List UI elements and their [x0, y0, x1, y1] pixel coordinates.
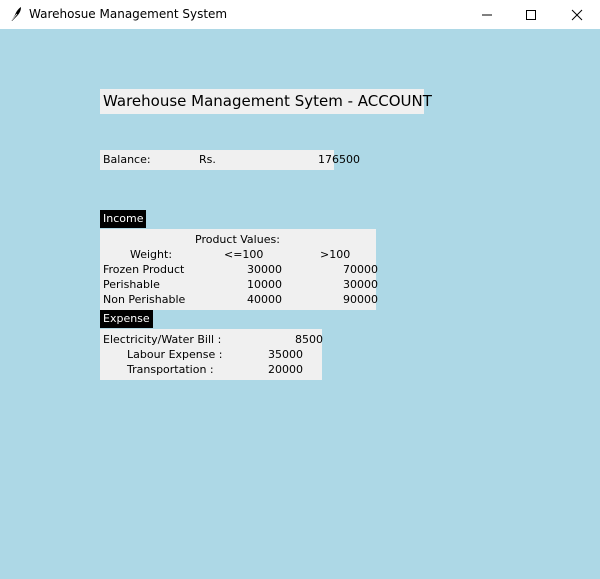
minimize-icon	[482, 14, 492, 16]
maximize-icon	[526, 10, 536, 20]
close-icon	[571, 9, 583, 21]
feather-icon	[10, 7, 21, 22]
expense-value: 35000	[268, 348, 303, 361]
expense-name: Transportation :	[127, 363, 214, 376]
product-name: Non Perishable	[103, 293, 186, 306]
window-title: Warehosue Management System	[29, 7, 228, 21]
product-name: Perishable	[103, 278, 160, 291]
currency-label: Rs.	[199, 153, 216, 166]
balance-panel: Balance: Rs. 176500	[100, 150, 360, 170]
close-button[interactable]	[554, 0, 600, 29]
value-heavy: 90000	[343, 293, 378, 306]
value-heavy: 30000	[343, 278, 378, 291]
page-title-text: Warehouse Management Sytem - ACCOUNT	[103, 92, 432, 110]
page-title: Warehouse Management Sytem - ACCOUNT	[100, 89, 432, 114]
expense-panel: Electricity/Water Bill : 8500 Labour Exp…	[100, 329, 323, 380]
value-heavy: 70000	[343, 263, 378, 276]
value-light: 30000	[247, 263, 282, 276]
expense-label: Expense	[100, 310, 153, 328]
title-bar: Warehosue Management System	[0, 0, 600, 29]
weight-col-light: <=100	[224, 248, 264, 261]
weight-label: Weight:	[130, 248, 173, 261]
expense-value: 8500	[295, 333, 323, 346]
weight-col-heavy: >100	[320, 248, 351, 261]
expense-name: Electricity/Water Bill :	[103, 333, 222, 346]
maximize-button[interactable]	[508, 0, 554, 29]
expense-value: 20000	[268, 363, 303, 376]
value-light: 10000	[247, 278, 282, 291]
product-name: Frozen Product	[103, 263, 185, 276]
income-label: Income	[100, 210, 147, 228]
balance-label: Balance:	[103, 153, 151, 166]
minimize-button[interactable]	[464, 0, 510, 29]
income-panel: Product Values: Weight: <=100 >100 Froze…	[100, 229, 378, 310]
product-values-header: Product Values:	[195, 233, 280, 246]
value-light: 40000	[247, 293, 282, 306]
expense-name: Labour Expense :	[127, 348, 223, 361]
